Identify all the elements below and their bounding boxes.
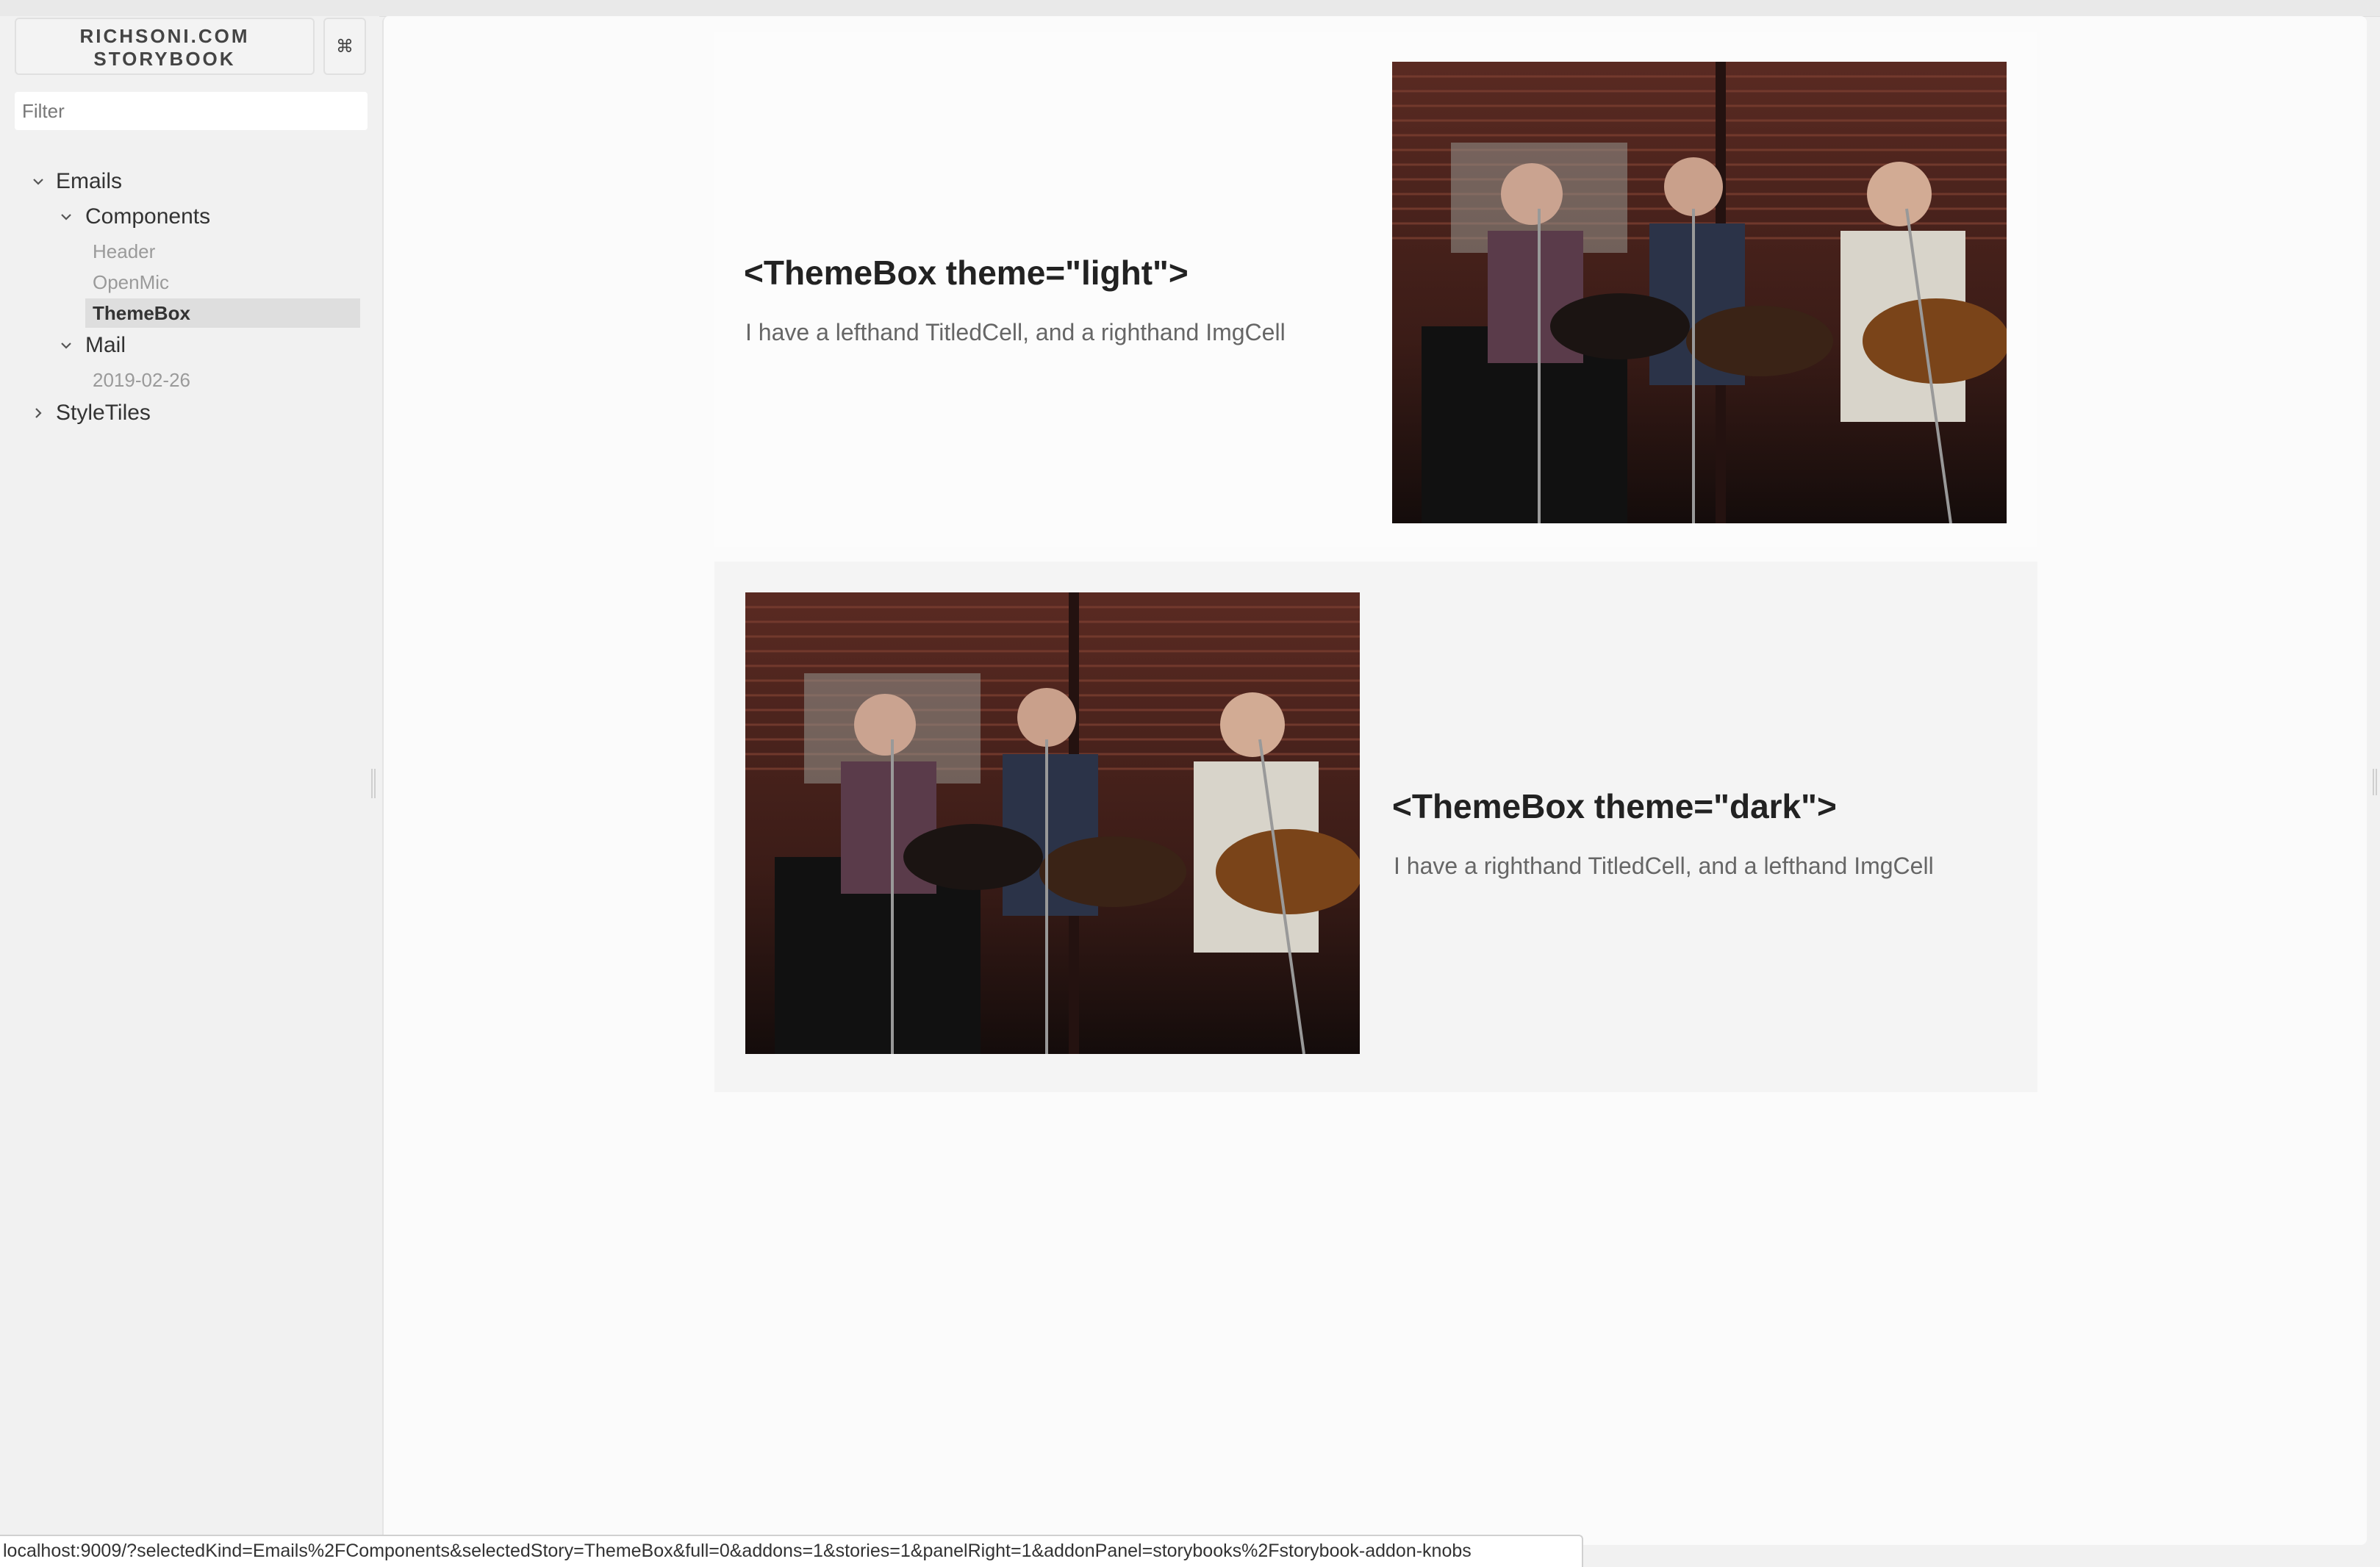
- tree-item-label: StyleTiles: [56, 401, 151, 425]
- keyboard-shortcuts-button[interactable]: ⌘: [323, 18, 366, 75]
- sidebar: RICHSONI.COM STORYBOOK ⌘ Emails Componen…: [0, 16, 379, 1567]
- tree-item-label: Components: [85, 204, 211, 229]
- titled-cell-description: I have a lefthand TitledCell, and a righ…: [745, 319, 1286, 345]
- tree-item-emails[interactable]: Emails: [31, 165, 122, 198]
- panel-resize-handle[interactable]: [2373, 769, 2377, 795]
- chevron-down-icon: [31, 174, 46, 189]
- tree-item-styletiles[interactable]: StyleTiles: [31, 397, 151, 429]
- sidebar-resize-handle[interactable]: [371, 769, 376, 798]
- titled-cell-description: I have a righthand TitledCell, and a lef…: [1394, 853, 1934, 879]
- story-item-2019-02-26[interactable]: 2019-02-26: [85, 365, 360, 395]
- story-item-openmic[interactable]: OpenMic: [85, 268, 360, 297]
- storybook-brand-link[interactable]: RICHSONI.COM STORYBOOK: [15, 18, 315, 75]
- tree-item-mail[interactable]: Mail: [59, 329, 126, 362]
- chevron-down-icon: [59, 338, 74, 353]
- brand-line-1: RICHSONI.COM: [79, 25, 250, 47]
- browser-status-url: localhost:9009/?selectedKind=Emails%2FCo…: [0, 1535, 1583, 1567]
- tree-item-components[interactable]: Components: [59, 201, 210, 233]
- img-cell-photo: [745, 592, 1360, 1054]
- story-item-themebox[interactable]: ThemeBox: [85, 298, 360, 328]
- chevron-right-icon: [31, 406, 46, 420]
- tree-item-label: Emails: [56, 169, 123, 193]
- tree-item-label: Mail: [85, 333, 126, 357]
- command-icon: ⌘: [336, 36, 354, 57]
- themebox-dark: <ThemeBox theme="dark"> I have a rightha…: [714, 562, 2037, 1092]
- band-photo-image: [745, 592, 1360, 1054]
- browser-top-strip: [0, 0, 2380, 17]
- story-item-header[interactable]: Header: [85, 237, 360, 266]
- titled-cell-title: <ThemeBox theme="light">: [744, 254, 1189, 292]
- img-cell-photo: [1392, 62, 2007, 523]
- titled-cell-title: <ThemeBox theme="dark">: [1392, 787, 1837, 825]
- themebox-light: <ThemeBox theme="light"> I have a leftha…: [714, 32, 2037, 547]
- band-photo-image: [1392, 62, 2007, 523]
- storybook-app: RICHSONI.COM STORYBOOK ⌘ Emails Componen…: [0, 0, 2380, 1567]
- preview-iframe: <ThemeBox theme="light"> I have a leftha…: [382, 16, 2377, 1545]
- chevron-down-icon: [59, 209, 74, 224]
- filter-input[interactable]: [15, 92, 368, 130]
- brand-line-2: STORYBOOK: [93, 48, 236, 70]
